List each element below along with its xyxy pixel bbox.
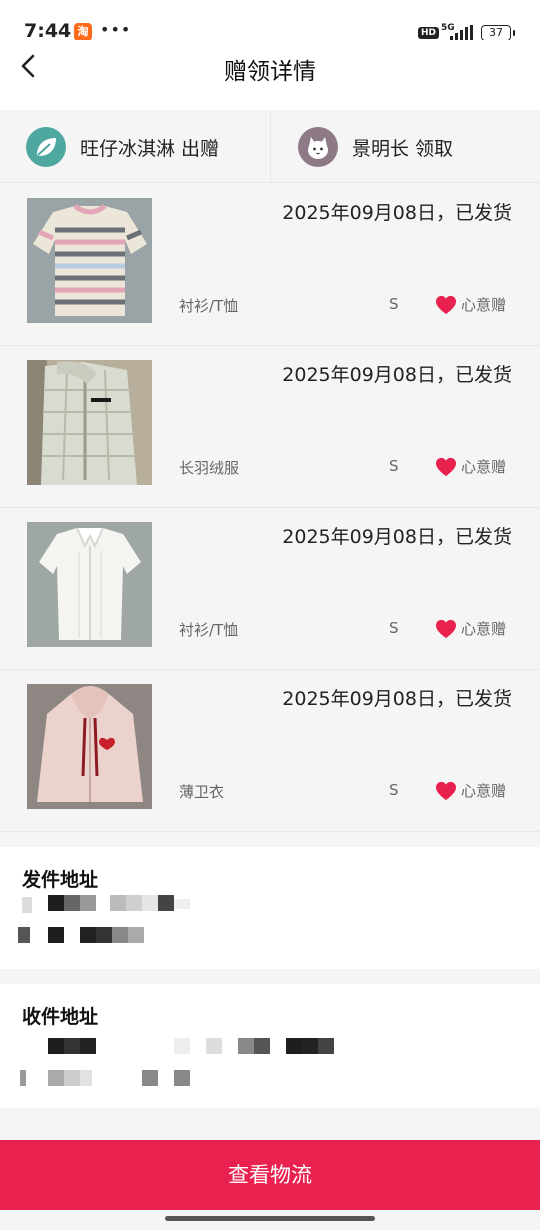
gift-type-tag: 心意赠 bbox=[435, 456, 506, 477]
item-size: S bbox=[389, 619, 399, 637]
nav-bar: 赠领详情 bbox=[0, 40, 540, 110]
receiver-name: 景明长 领取 bbox=[352, 137, 454, 160]
signal-icon bbox=[450, 25, 474, 41]
sender-address-label: 发件地址 bbox=[22, 869, 99, 891]
heart-icon bbox=[436, 295, 456, 314]
gift-type-tag: 心意赠 bbox=[435, 780, 506, 801]
ship-status: 2025年09月08日，已发货 bbox=[282, 364, 512, 386]
gift-type-label: 心意赠 bbox=[461, 620, 507, 638]
cat-avatar-icon bbox=[298, 127, 338, 167]
ship-status: 2025年09月08日，已发货 bbox=[282, 688, 512, 710]
receiver-address-section: 收件地址 bbox=[0, 984, 540, 1108]
parties-divider bbox=[270, 111, 271, 183]
item-category: 长羽绒服 bbox=[179, 459, 240, 477]
sender-address-section: 发件地址 bbox=[0, 847, 540, 969]
gift-parties: 旺仔冰淇淋 出赠 景明长 领取 bbox=[0, 111, 540, 183]
taobao-app-icon: 淘 bbox=[74, 23, 92, 41]
gift-item[interactable]: 2025年09月08日，已发货 衬衫/T恤 S 心意赠 bbox=[0, 184, 540, 346]
gift-type-label: 心意赠 bbox=[461, 296, 507, 314]
pink-hoodie-photo bbox=[27, 684, 152, 809]
home-indicator[interactable] bbox=[165, 1216, 375, 1221]
gift-type-label: 心意赠 bbox=[461, 782, 507, 800]
item-size: S bbox=[389, 295, 399, 313]
heart-icon bbox=[436, 619, 456, 638]
receiver-address-label: 收件地址 bbox=[22, 1006, 99, 1028]
gift-type-label: 心意赠 bbox=[461, 458, 507, 476]
heart-icon bbox=[436, 781, 456, 800]
item-category: 薄卫衣 bbox=[179, 783, 225, 801]
item-size: S bbox=[389, 457, 399, 475]
heart-icon bbox=[436, 457, 456, 476]
ship-status: 2025年09月08日，已发货 bbox=[282, 202, 512, 224]
item-size: S bbox=[389, 781, 399, 799]
item-category: 衬衫/T恤 bbox=[179, 297, 239, 315]
giver-info[interactable]: 旺仔冰淇淋 出赠 bbox=[26, 111, 219, 183]
more-notifications-icon: ••• bbox=[100, 20, 132, 39]
page-title: 赠领详情 bbox=[224, 59, 316, 85]
white-blouse-photo bbox=[27, 522, 152, 647]
gift-type-tag: 心意赠 bbox=[435, 294, 506, 315]
gift-item[interactable]: 2025年09月08日，已发货 薄卫衣 S 心意赠 bbox=[0, 670, 540, 832]
striped-shirt-photo bbox=[27, 198, 152, 323]
down-coat-photo bbox=[27, 360, 152, 485]
item-category: 衬衫/T恤 bbox=[179, 621, 239, 639]
gift-type-tag: 心意赠 bbox=[435, 618, 506, 639]
gift-item[interactable]: 2025年09月08日，已发货 长羽绒服 S 心意赠 bbox=[0, 346, 540, 508]
view-logistics-button[interactable]: 查看物流 bbox=[0, 1140, 540, 1210]
hd-badge: HD bbox=[418, 27, 440, 39]
status-time: 7:44 bbox=[24, 20, 72, 42]
giver-name: 旺仔冰淇淋 出赠 bbox=[80, 137, 220, 160]
battery-icon: 37 bbox=[481, 25, 515, 41]
ship-status: 2025年09月08日，已发货 bbox=[282, 526, 512, 548]
receiver-info[interactable]: 景明长 领取 bbox=[298, 111, 453, 183]
gift-item[interactable]: 2025年09月08日，已发货 衬衫/T恤 S 心意赠 bbox=[0, 508, 540, 670]
leaf-avatar-icon bbox=[26, 127, 66, 167]
